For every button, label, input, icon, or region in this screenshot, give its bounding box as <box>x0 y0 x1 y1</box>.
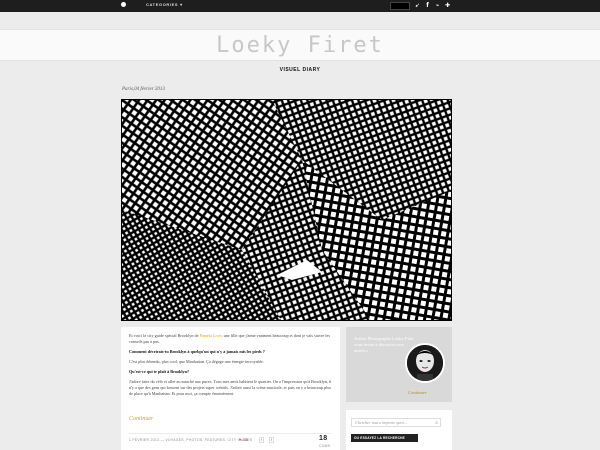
post-photo[interactable] <box>121 99 452 321</box>
facebook-share-button[interactable]: f <box>259 437 265 443</box>
advanced-search-button[interactable]: OU ESSAYEZ LA RECHERCHE AVANCÉE › <box>351 434 418 448</box>
heart-icon: ♥ <box>239 437 242 442</box>
comments-label: COMS <box>319 444 331 448</box>
about-widget: Artiste Photographe Loeky Firet vous inv… <box>346 327 452 402</box>
fishnet-photo <box>122 100 451 320</box>
question-1: Comment décrirais-tu Brooklyn à quelqu'u… <box>129 349 265 354</box>
question-2: Qu'est-ce qui te plaît à Brooklyn? <box>129 369 190 374</box>
about-continue-link[interactable]: Continuer <box>408 390 427 395</box>
post-meta: 1 FÉVRIER 2013 — VOYAGES, PHOTOS, FEATUR… <box>129 433 332 448</box>
home-icon[interactable] <box>121 2 126 7</box>
post-meta-text: 1 FÉVRIER 2013 — VOYAGES, PHOTOS, FEATUR… <box>129 438 253 442</box>
post-dateline: Paris,04 février 2013 <box>122 87 165 92</box>
categories-menu[interactable]: CATEGORIES ▾ <box>146 2 183 7</box>
like-button[interactable]: ♥ 20 <box>239 437 248 442</box>
portrait-image <box>407 345 443 381</box>
search-input[interactable]: Chercher tout n'importe quoi... ⌕ <box>351 418 441 427</box>
intro-text: Et voici le city guide spécial Brooklyn … <box>129 333 200 338</box>
site-logo[interactable]: Loeky Firet <box>0 33 600 58</box>
pamela-love-link[interactable]: Pamela Love <box>199 333 221 338</box>
rss-icon[interactable]: ⌁ <box>434 2 441 9</box>
continue-reading-link[interactable]: Continuer <box>129 416 153 422</box>
about-text: Artiste Photographe Loeky Firet vous inv… <box>354 336 414 353</box>
site-header: Loeky Firet <box>0 29 600 61</box>
twitter-icon[interactable]: ➹ <box>414 2 421 9</box>
bloglovin-icon[interactable]: ✚ <box>444 2 451 9</box>
search-widget: Chercher tout n'importe quoi... ⌕ OU ESSA… <box>346 410 452 450</box>
answer-1: C'est plus détendu, plus cool, que Manha… <box>129 359 264 364</box>
chevron-down-icon: ▾ <box>180 2 183 7</box>
comments-link[interactable]: 18 COMS <box>319 435 332 449</box>
like-count: 20 <box>243 437 249 442</box>
categories-label: CATEGORIES <box>146 2 179 7</box>
site-subtitle: VISUEL DIARY <box>279 67 321 73</box>
search-icon[interactable]: ⌕ <box>435 420 438 427</box>
answer-2: J'adore faire du vélo et aller au marché… <box>129 379 332 396</box>
comments-count: 18 <box>319 435 328 442</box>
post-intro: Et voici le city guide spécial Brooklyn … <box>129 333 332 345</box>
facebook-icon[interactable]: f <box>424 2 431 9</box>
top-search-box[interactable] <box>390 2 410 10</box>
twitter-share-button[interactable]: t <box>269 437 275 443</box>
search-placeholder: Chercher tout n'importe quoi... <box>355 420 407 425</box>
post-article: Et voici le city guide spécial Brooklyn … <box>121 327 340 450</box>
top-nav-bar: CATEGORIES ▾ ➹ f ⌁ ✚ <box>0 0 600 12</box>
avatar <box>405 343 445 383</box>
